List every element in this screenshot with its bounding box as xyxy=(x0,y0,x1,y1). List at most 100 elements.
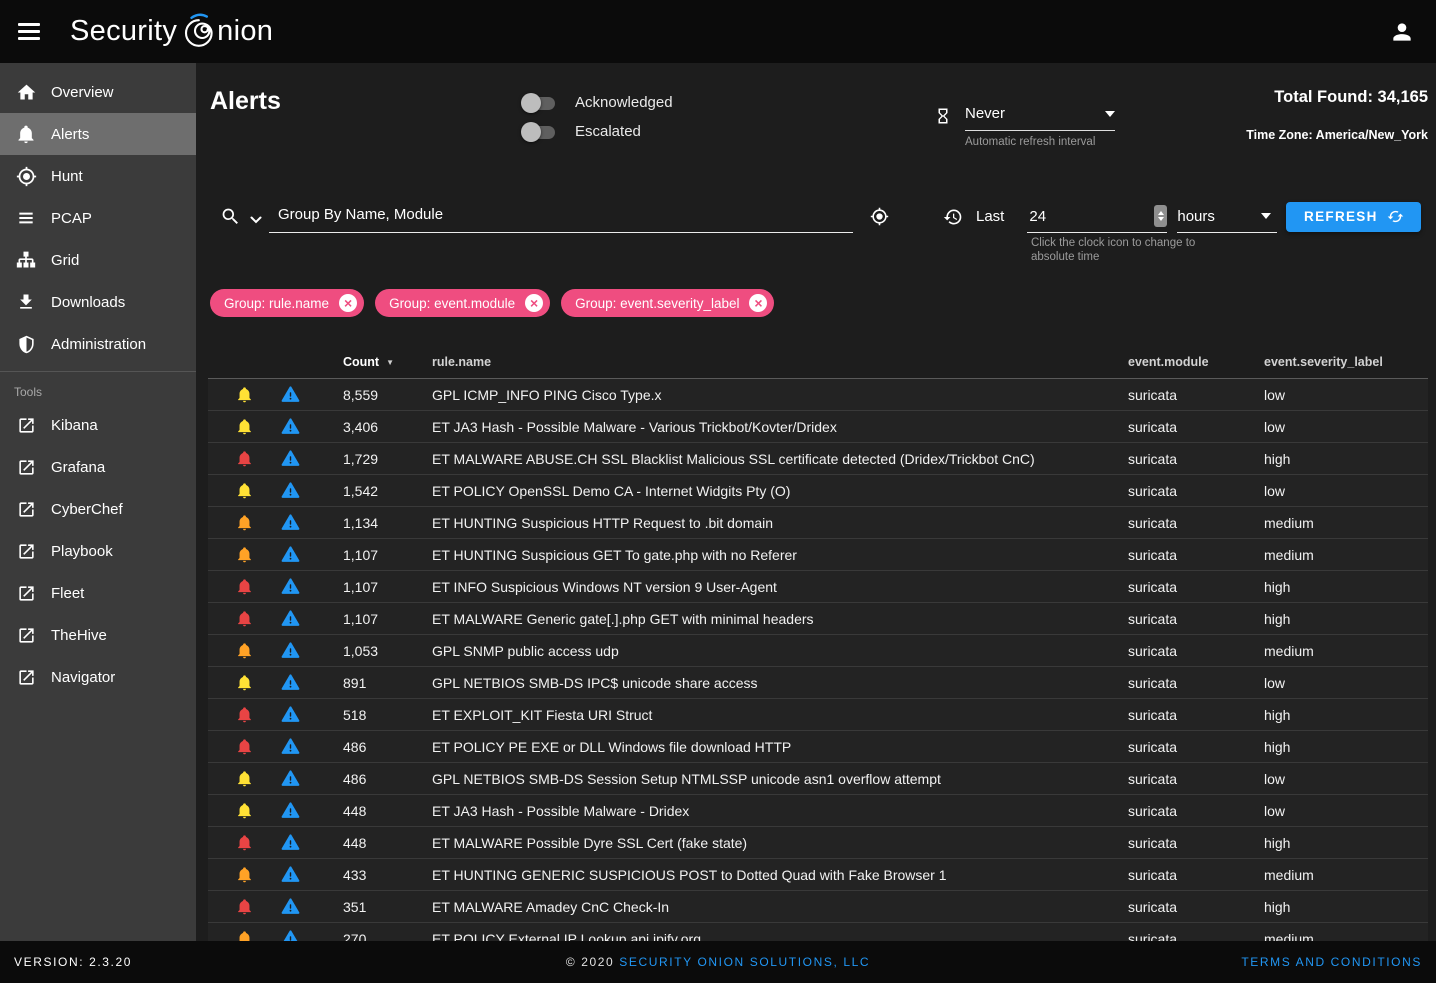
severity-bell-icon[interactable] xyxy=(236,642,253,659)
table-row[interactable]: 433 ET HUNTING GENERIC SUSPICIOUS POST t… xyxy=(208,859,1428,891)
chevron-down-icon xyxy=(1261,213,1271,219)
table-row[interactable]: 1,053 GPL SNMP public access udp suricat… xyxy=(208,635,1428,667)
sidebar-item-downloads[interactable]: Downloads xyxy=(0,281,196,323)
table-row[interactable]: 891 GPL NETBIOS SMB-DS IPC$ unicode shar… xyxy=(208,667,1428,699)
table-row[interactable]: 486 GPL NETBIOS SMB-DS Session Setup NTM… xyxy=(208,763,1428,795)
severity-bell-icon[interactable] xyxy=(236,866,253,883)
alert-warning-icon[interactable] xyxy=(281,609,300,628)
table-row[interactable]: 486 ET POLICY PE EXE or DLL Windows file… xyxy=(208,731,1428,763)
severity-bell-icon[interactable] xyxy=(236,738,253,755)
table-row[interactable]: 448 ET JA3 Hash - Possible Malware - Dri… xyxy=(208,795,1428,827)
number-stepper-icon[interactable] xyxy=(1154,205,1167,227)
history-clock-icon[interactable] xyxy=(943,207,963,227)
severity-bell-icon[interactable] xyxy=(236,386,253,403)
table-row[interactable]: 351 ET MALWARE Amadey CnC Check-In suric… xyxy=(208,891,1428,923)
chip-close-icon[interactable]: × xyxy=(339,294,357,312)
terms-link[interactable]: TERMS AND CONDITIONS xyxy=(1070,955,1422,969)
table-row[interactable]: 1,542 ET POLICY OpenSSL Demo CA - Intern… xyxy=(208,475,1428,507)
alert-warning-icon[interactable] xyxy=(281,929,300,941)
group-chip[interactable]: Group: event.module × xyxy=(375,289,550,317)
severity-bell-icon[interactable] xyxy=(236,546,253,563)
timezone-label: Time Zone: America/New_York xyxy=(1246,128,1428,142)
severity-bell-icon[interactable] xyxy=(236,418,253,435)
severity-bell-icon[interactable] xyxy=(236,610,253,627)
table-row[interactable]: 1,107 ET MALWARE Generic gate[.].php GET… xyxy=(208,603,1428,635)
toggle-switch-icon[interactable] xyxy=(521,122,559,142)
table-row[interactable]: 518 ET EXPLOIT_KIT Fiesta URI Struct sur… xyxy=(208,699,1428,731)
table-row[interactable]: 3,406 ET JA3 Hash - Possible Malware - V… xyxy=(208,411,1428,443)
sidebar-tool-label: CyberChef xyxy=(51,501,123,518)
refresh-button[interactable]: REFRESH xyxy=(1286,202,1421,232)
alert-warning-icon[interactable] xyxy=(281,513,300,532)
severity-bell-icon[interactable] xyxy=(236,514,253,531)
column-header-count[interactable]: Count ▼ xyxy=(310,355,402,369)
table-row[interactable]: 1,729 ET MALWARE ABUSE.CH SSL Blacklist … xyxy=(208,443,1428,475)
severity-bell-icon[interactable] xyxy=(236,706,253,723)
sidebar-tool-item[interactable]: Kibana xyxy=(0,404,196,446)
severity-bell-icon[interactable] xyxy=(236,482,253,499)
alert-warning-icon[interactable] xyxy=(281,865,300,884)
alert-warning-icon[interactable] xyxy=(281,545,300,564)
column-header-event-module[interactable]: event.module xyxy=(1128,355,1264,369)
table-row[interactable]: 1,107 ET INFO Suspicious Windows NT vers… xyxy=(208,571,1428,603)
severity-bell-icon[interactable] xyxy=(236,450,253,467)
severity-bell-icon[interactable] xyxy=(236,674,253,691)
alert-warning-icon[interactable] xyxy=(281,449,300,468)
sidebar-tool-item[interactable]: Grafana xyxy=(0,446,196,488)
query-toggle-button[interactable] xyxy=(870,207,889,226)
table-row[interactable]: 270 ET POLICY External IP Lookup api.ipi… xyxy=(208,923,1428,941)
escalated-toggle[interactable]: Escalated xyxy=(521,117,673,146)
alert-warning-icon[interactable] xyxy=(281,801,300,820)
alert-warning-icon[interactable] xyxy=(281,417,300,436)
external-link-icon xyxy=(14,665,38,689)
sidebar-tool-item[interactable]: Playbook xyxy=(0,530,196,572)
chip-close-icon[interactable]: × xyxy=(749,294,767,312)
sidebar-item-administration[interactable]: Administration xyxy=(0,323,196,365)
group-chip[interactable]: Group: rule.name × xyxy=(210,289,364,317)
alert-event-module: suricata xyxy=(1128,835,1264,851)
alert-warning-icon[interactable] xyxy=(281,385,300,404)
sidebar-item-hunt[interactable]: Hunt xyxy=(0,155,196,197)
unit-select[interactable]: hours xyxy=(1177,200,1277,233)
refresh-interval-select[interactable]: Never Automatic refresh interval xyxy=(965,105,1115,148)
chip-close-icon[interactable]: × xyxy=(525,294,543,312)
alert-warning-icon[interactable] xyxy=(281,481,300,500)
column-header-rule-name[interactable]: rule.name xyxy=(402,355,1128,369)
sidebar-tool-item[interactable]: CyberChef xyxy=(0,488,196,530)
sidebar-item-alerts[interactable]: Alerts xyxy=(0,113,196,155)
sidebar-tool-item[interactable]: Fleet xyxy=(0,572,196,614)
sidebar-tool-item[interactable]: TheHive xyxy=(0,614,196,656)
toggle-switch-icon[interactable] xyxy=(521,93,559,113)
table-row[interactable]: 1,134 ET HUNTING Suspicious HTTP Request… xyxy=(208,507,1428,539)
alert-warning-icon[interactable] xyxy=(281,673,300,692)
chevron-down-icon[interactable] xyxy=(250,216,262,224)
severity-bell-icon[interactable] xyxy=(236,898,253,915)
user-menu-button[interactable] xyxy=(1386,16,1418,48)
severity-bell-icon[interactable] xyxy=(236,834,253,851)
search-input[interactable] xyxy=(269,206,853,227)
alert-warning-icon[interactable] xyxy=(281,833,300,852)
sidebar-item-pcap[interactable]: PCAP xyxy=(0,197,196,239)
company-link[interactable]: SECURITY ONION SOLUTIONS, LLC xyxy=(619,955,870,969)
sidebar-item-grid[interactable]: Grid xyxy=(0,239,196,281)
alert-warning-icon[interactable] xyxy=(281,737,300,756)
severity-bell-icon[interactable] xyxy=(236,770,253,787)
group-chip[interactable]: Group: event.severity_label × xyxy=(561,289,774,317)
duration-input[interactable] xyxy=(1027,208,1117,225)
alert-warning-icon[interactable] xyxy=(281,641,300,660)
alert-warning-icon[interactable] xyxy=(281,897,300,916)
sidebar-item-overview[interactable]: Overview xyxy=(0,71,196,113)
alert-warning-icon[interactable] xyxy=(281,577,300,596)
table-row[interactable]: 8,559 GPL ICMP_INFO PING Cisco Type.x su… xyxy=(208,379,1428,411)
acknowledged-toggle[interactable]: Acknowledged xyxy=(521,88,673,117)
table-row[interactable]: 448 ET MALWARE Possible Dyre SSL Cert (f… xyxy=(208,827,1428,859)
sidebar-tool-item[interactable]: Navigator xyxy=(0,656,196,698)
table-row[interactable]: 1,107 ET HUNTING Suspicious GET To gate.… xyxy=(208,539,1428,571)
severity-bell-icon[interactable] xyxy=(236,930,253,941)
column-header-severity-label[interactable]: event.severity_label xyxy=(1264,355,1428,369)
severity-bell-icon[interactable] xyxy=(236,578,253,595)
menu-icon[interactable] xyxy=(18,19,42,44)
severity-bell-icon[interactable] xyxy=(236,802,253,819)
alert-warning-icon[interactable] xyxy=(281,705,300,724)
alert-warning-icon[interactable] xyxy=(281,769,300,788)
